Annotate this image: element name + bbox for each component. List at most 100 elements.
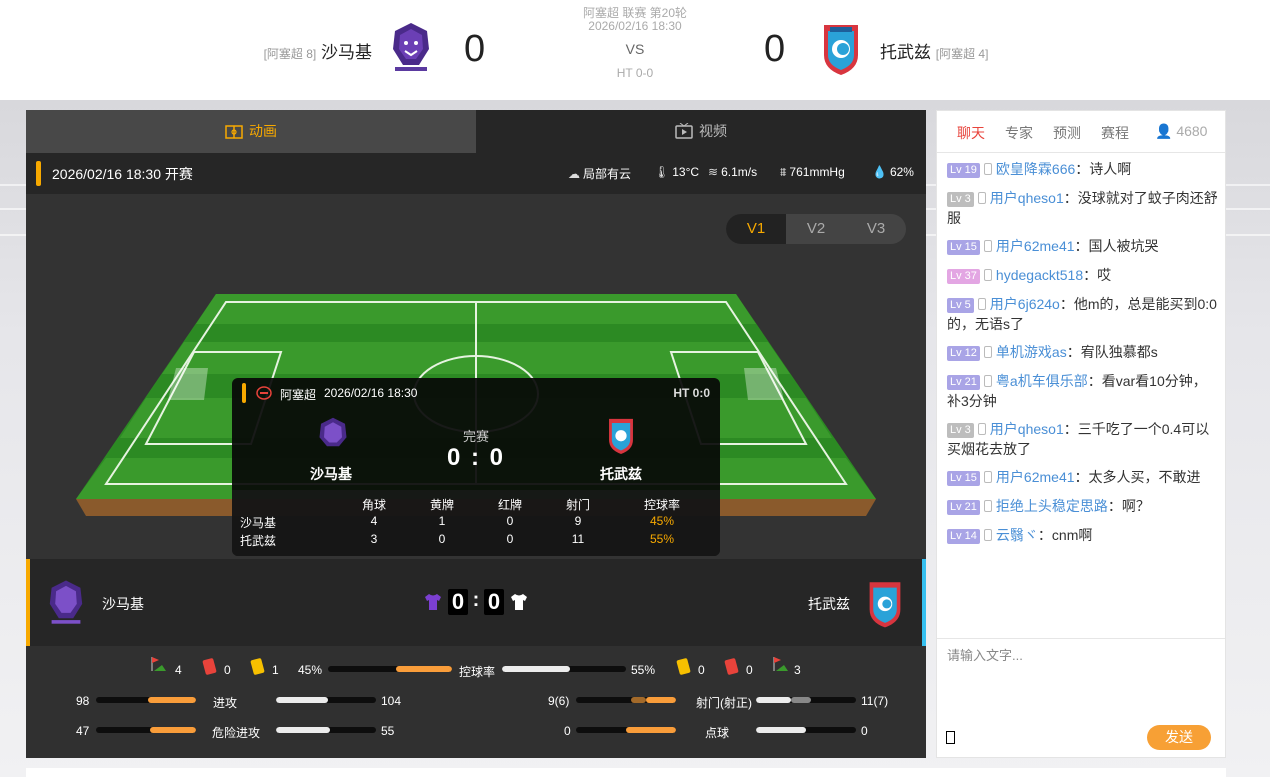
phone-icon bbox=[983, 163, 992, 175]
col-header: 红牌 bbox=[497, 498, 522, 512]
home-possession: 45% bbox=[298, 663, 323, 677]
tab-video[interactable]: 视频 bbox=[476, 110, 926, 153]
version-v3[interactable]: V3 bbox=[846, 214, 906, 244]
chat-username[interactable]: 用户qheso1 bbox=[990, 421, 1064, 437]
wind-icon: ≋ bbox=[708, 165, 719, 179]
teambar-away-name[interactable]: 托武兹 bbox=[808, 594, 850, 614]
shots-label: 射门(射正) bbox=[696, 696, 752, 710]
animation-stage: V1 V2 V3 阿塞超 2026/02/16 18:30 HT 0:0 完赛 … bbox=[26, 194, 926, 559]
tv-icon bbox=[675, 113, 693, 156]
chat-username[interactable]: 单机游戏as bbox=[996, 344, 1067, 360]
chat-text: cnm啊 bbox=[1051, 527, 1093, 543]
level-badge: Lv 21 bbox=[947, 500, 980, 515]
emoji-icon[interactable] bbox=[946, 731, 955, 744]
col-header: 角球 bbox=[361, 498, 386, 512]
tab-animation[interactable]: 动画 bbox=[26, 110, 476, 153]
phone-icon bbox=[977, 298, 986, 310]
chat-messages: Lv 19 欧皇降霖666：诗人啊 Lv 3 用户qheso1：没球就对了蚊子肉还舒服… bbox=[937, 155, 1225, 637]
chat-username[interactable]: 用户6j624o bbox=[990, 296, 1060, 312]
phone-icon bbox=[983, 471, 992, 483]
away-rank: [阿塞超 4] bbox=[935, 47, 989, 61]
temperature: 🌡 13°C bbox=[654, 165, 700, 179]
level-badge: Lv 14 bbox=[947, 529, 980, 544]
version-switch: V1 V2 V3 bbox=[726, 214, 906, 244]
home-team-name[interactable]: 沙马基 bbox=[321, 43, 372, 62]
send-button[interactable]: 发送 bbox=[1147, 725, 1211, 750]
danger-away: 55 bbox=[381, 724, 395, 738]
popup-league: 阿塞超 bbox=[280, 388, 317, 402]
chat-message: Lv 21 拒绝上头稳定思路：啊？ bbox=[947, 496, 1219, 516]
penalty-home: 0 bbox=[564, 724, 571, 738]
table-cell: 55% bbox=[649, 532, 675, 546]
chat-username[interactable]: 云翳ヾ bbox=[996, 527, 1038, 543]
user-icon: 👤 bbox=[1155, 123, 1173, 139]
media-tabs: 动画 视频 bbox=[26, 110, 926, 153]
chat-text: 诗人啊 bbox=[1089, 161, 1132, 177]
away-team-title[interactable]: 托武兹 [阿塞超 4] bbox=[880, 38, 1040, 63]
chat-input-area: 请输入文字... 发送 bbox=[937, 638, 1225, 757]
home-team-title[interactable]: [阿塞超 8] 沙马基 bbox=[240, 38, 372, 63]
phone-icon bbox=[977, 423, 986, 435]
match-datetime: 2026/02/16 18:30 bbox=[588, 19, 682, 33]
chat-text: 三千吃了一个0.4可以买烟花去放了 bbox=[947, 421, 1210, 457]
match-header: 阿塞超 联赛 第20轮 2026/02/16 18:30 VS HT 0-0 [… bbox=[0, 0, 1270, 100]
tab-schedule[interactable]: 赛程 bbox=[1101, 123, 1129, 143]
chat-username[interactable]: 拒绝上头稳定思路 bbox=[996, 498, 1108, 514]
chat-username[interactable]: 用户qheso1 bbox=[990, 190, 1064, 206]
table-cell: 45% bbox=[649, 514, 675, 528]
chat-text: 啊？ bbox=[1121, 498, 1150, 514]
away-team-name[interactable]: 托武兹 bbox=[880, 43, 931, 62]
danger-label: 危险进攻 bbox=[211, 726, 260, 740]
teambar-home-score: 0 bbox=[448, 589, 468, 615]
level-badge: Lv 37 bbox=[947, 269, 980, 284]
teambar-home-logo[interactable] bbox=[48, 578, 84, 631]
yellow-card-icon bbox=[676, 657, 691, 676]
penalty-away: 0 bbox=[861, 724, 868, 738]
chat-username[interactable]: 欧皇降霖666 bbox=[996, 161, 1075, 177]
away-team-logo[interactable] bbox=[820, 21, 862, 80]
chat-username[interactable]: 粤a机车俱乐部 bbox=[996, 373, 1088, 389]
attack-away: 104 bbox=[381, 694, 402, 708]
score-popup: 阿塞超 2026/02/16 18:30 HT 0:0 完赛 0 : 0 沙马基… bbox=[232, 378, 720, 556]
chat-message: Lv 15 用户62me41：太多人买，不敢进 bbox=[947, 467, 1219, 487]
chat-username[interactable]: hydegackt518 bbox=[996, 267, 1083, 283]
home-team-logo[interactable] bbox=[391, 21, 431, 78]
teambar-away-logo[interactable] bbox=[866, 578, 904, 631]
tab-chat[interactable]: 聊天 bbox=[957, 123, 985, 143]
home-red-cards: 0 bbox=[224, 663, 231, 677]
humidity: 💧 62% bbox=[872, 165, 914, 179]
home-rank: [阿塞超 8] bbox=[263, 47, 317, 61]
chat-username[interactable]: 用户62me41 bbox=[996, 469, 1075, 485]
chat-message: Lv 15 用户62me41：国人被坑哭 bbox=[947, 236, 1219, 256]
tab-predictions[interactable]: 预测 bbox=[1053, 123, 1081, 143]
version-v2[interactable]: V2 bbox=[786, 214, 846, 244]
version-v1[interactable]: V1 bbox=[726, 214, 786, 244]
wind: ≋ 6.1m/s bbox=[708, 165, 758, 179]
pitch-icon bbox=[225, 113, 243, 156]
col-header: 射门 bbox=[565, 498, 590, 512]
chat-username[interactable]: 用户62me41 bbox=[996, 238, 1075, 254]
chat-input[interactable]: 请输入文字... bbox=[947, 645, 1023, 664]
table-cell: 4 bbox=[370, 514, 378, 528]
phone-icon bbox=[983, 269, 992, 281]
tab-experts[interactable]: 专家 bbox=[1005, 123, 1033, 143]
phone-icon bbox=[983, 375, 992, 387]
pressure-icon: ⩩ bbox=[780, 165, 787, 179]
teambar-away-score: 0 bbox=[484, 589, 504, 615]
away-corners: 3 bbox=[794, 663, 801, 677]
vs-label: VS bbox=[625, 41, 645, 57]
level-badge: Lv 19 bbox=[947, 163, 980, 178]
kickoff-time: 2026/02/16 18:30 开赛 bbox=[52, 166, 193, 182]
chat-text: 没球就对了蚊子肉还舒服 bbox=[947, 190, 1218, 226]
chat-panel: 聊天 专家 预测 赛程 👤 4680 Lv 19 欧皇降霖666：诗人啊 Lv 3用… bbox=[936, 110, 1226, 758]
chat-text: 哎 bbox=[1097, 267, 1112, 283]
chat-message: Lv 37 hydegackt518：哎 bbox=[947, 265, 1219, 285]
league-logo-icon bbox=[256, 386, 272, 403]
home-score: 0 bbox=[464, 28, 486, 70]
possession-label: 控球率 bbox=[458, 665, 495, 679]
away-red-cards: 0 bbox=[746, 663, 753, 677]
popup-home-name: 沙马基 bbox=[310, 466, 352, 482]
popup-status: 完赛 bbox=[462, 429, 489, 444]
phone-icon bbox=[983, 346, 992, 358]
teambar-home-name[interactable]: 沙马基 bbox=[102, 594, 144, 614]
